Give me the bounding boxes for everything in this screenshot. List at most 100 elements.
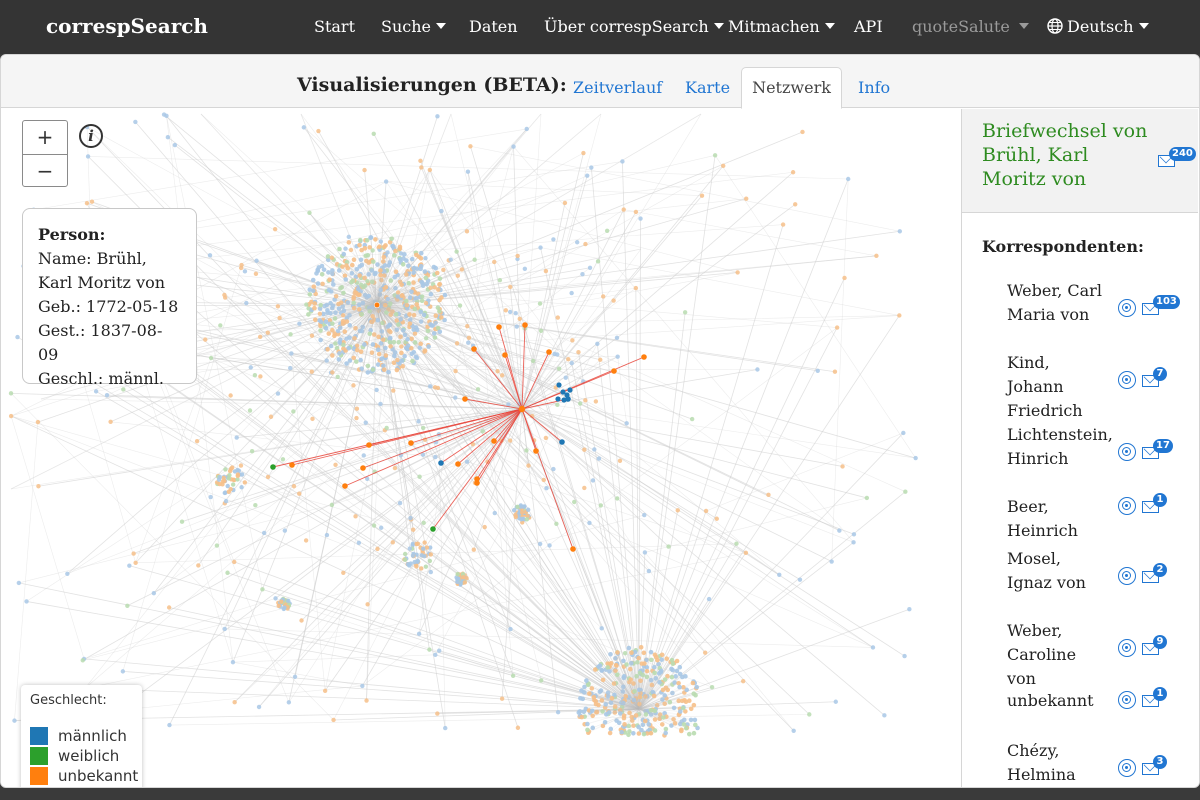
network-node[interactable] <box>208 494 213 500</box>
network-node[interactable] <box>683 674 688 679</box>
network-node[interactable] <box>651 693 657 699</box>
network-node[interactable] <box>432 335 438 340</box>
network-node[interactable] <box>346 234 351 240</box>
network-node[interactable] <box>522 266 528 272</box>
network-node[interactable] <box>318 323 323 329</box>
network-node[interactable] <box>407 321 413 326</box>
network-node[interactable] <box>583 241 588 247</box>
network-node[interactable] <box>411 270 416 275</box>
network-node[interactable] <box>265 474 271 480</box>
network-node[interactable] <box>399 344 404 349</box>
network-node[interactable] <box>392 465 398 471</box>
network-node[interactable] <box>624 662 629 667</box>
network-node[interactable] <box>379 525 384 530</box>
network-node[interactable] <box>337 340 343 345</box>
network-node[interactable] <box>689 416 695 422</box>
network-graph[interactable]: + − i Person: Name: Brühl, Karl Moritz v… <box>1 109 961 787</box>
network-node[interactable] <box>521 504 527 509</box>
correspondent-name[interactable]: Mosel, Ignaz von <box>1007 547 1107 595</box>
network-node[interactable] <box>897 229 903 234</box>
network-node[interactable] <box>391 388 396 393</box>
highlighted-node[interactable] <box>360 465 366 471</box>
network-node[interactable] <box>350 278 356 284</box>
network-node[interactable] <box>356 307 362 312</box>
network-node[interactable] <box>551 237 556 242</box>
highlighted-node[interactable] <box>496 324 502 330</box>
network-node[interactable] <box>371 332 377 337</box>
network-node[interactable] <box>409 336 414 342</box>
network-node[interactable] <box>664 656 670 661</box>
network-node[interactable] <box>402 557 408 562</box>
network-node[interactable] <box>325 347 330 352</box>
network-node[interactable] <box>272 226 278 232</box>
network-node[interactable] <box>395 357 400 363</box>
network-node[interactable] <box>902 653 907 659</box>
network-node[interactable] <box>261 530 267 536</box>
network-node[interactable] <box>766 492 771 498</box>
network-node[interactable] <box>517 316 522 322</box>
network-node[interactable] <box>368 235 373 240</box>
network-node[interactable] <box>840 464 845 469</box>
correspondent-name[interactable]: Beer, Heinrich <box>1007 495 1107 543</box>
network-node[interactable] <box>409 289 414 295</box>
network-node[interactable] <box>397 500 403 506</box>
network-node[interactable] <box>437 329 443 335</box>
network-node[interactable] <box>378 268 383 273</box>
network-node[interactable] <box>419 165 424 170</box>
network-node[interactable] <box>633 285 639 291</box>
network-node[interactable] <box>574 240 580 245</box>
network-node[interactable] <box>864 495 870 501</box>
network-node[interactable] <box>344 361 349 366</box>
network-node[interactable] <box>8 391 14 396</box>
network-node[interactable] <box>537 301 543 306</box>
network-node[interactable] <box>837 528 842 533</box>
network-node[interactable] <box>651 664 657 670</box>
highlighted-node[interactable] <box>474 480 480 486</box>
network-node[interactable] <box>207 253 213 258</box>
network-node[interactable] <box>310 288 316 294</box>
network-node[interactable] <box>277 315 282 321</box>
network-node[interactable] <box>617 458 623 463</box>
network-node[interactable] <box>427 558 433 564</box>
network-node[interactable] <box>329 502 335 508</box>
network-node[interactable] <box>511 144 516 149</box>
network-node[interactable] <box>604 228 610 233</box>
network-node[interactable] <box>686 731 692 737</box>
network-node[interactable] <box>660 687 666 693</box>
network-node[interactable] <box>311 284 317 289</box>
network-node[interactable] <box>423 256 428 261</box>
network-node[interactable] <box>607 730 613 736</box>
network-node[interactable] <box>587 520 592 526</box>
network-node[interactable] <box>566 356 571 362</box>
network-node[interactable] <box>258 374 263 379</box>
network-node[interactable] <box>84 200 90 206</box>
network-node[interactable] <box>346 240 352 245</box>
network-node[interactable] <box>223 498 229 504</box>
network-node[interactable] <box>538 245 543 250</box>
network-node[interactable] <box>639 661 645 666</box>
network-node[interactable] <box>590 478 596 483</box>
network-node[interactable] <box>323 319 329 325</box>
network-node[interactable] <box>337 246 342 252</box>
network-node[interactable] <box>600 709 605 714</box>
network-node[interactable] <box>433 320 438 326</box>
network-node[interactable] <box>330 353 335 358</box>
network-node[interactable] <box>286 700 292 705</box>
network-node[interactable] <box>418 341 424 347</box>
network-node[interactable] <box>642 512 647 518</box>
network-node[interactable] <box>656 661 661 667</box>
network-node[interactable] <box>282 605 287 610</box>
network-node[interactable] <box>662 677 668 682</box>
network-node[interactable] <box>393 248 398 254</box>
tab-netzwerk[interactable]: Netzwerk <box>741 67 842 109</box>
network-node[interactable] <box>275 304 281 309</box>
network-node[interactable] <box>253 271 259 276</box>
network-node[interactable] <box>404 258 409 263</box>
network-node[interactable] <box>297 491 302 496</box>
network-node[interactable] <box>371 131 376 136</box>
network-node[interactable] <box>497 277 503 283</box>
network-node[interactable] <box>327 277 332 282</box>
network-node[interactable] <box>330 370 335 375</box>
network-node[interactable] <box>743 550 749 556</box>
network-node[interactable] <box>644 668 650 674</box>
